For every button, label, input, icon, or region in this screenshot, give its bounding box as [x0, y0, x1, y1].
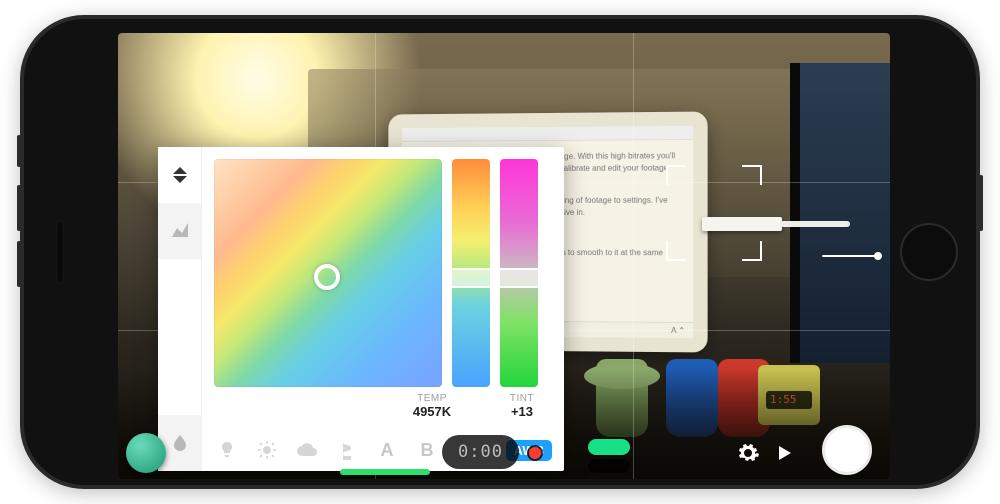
focus-reticle[interactable] — [666, 165, 762, 261]
tint-slider[interactable] — [500, 159, 538, 387]
gear-icon — [736, 441, 760, 465]
tint-label: TINT — [510, 393, 534, 404]
wb-color-picker[interactable] — [214, 159, 442, 387]
timecode-value: 0:00 — [458, 442, 503, 462]
temperature-knob[interactable] — [449, 268, 493, 288]
battery-indicator — [588, 439, 630, 455]
temperature-slider[interactable] — [452, 159, 490, 387]
app-screen: and 2K footage and 50mbs for 1080p foota… — [118, 33, 890, 479]
volume-down — [17, 241, 21, 287]
record-button[interactable] — [822, 425, 872, 475]
temp-label: TEMP — [417, 393, 447, 404]
mute-switch — [17, 135, 21, 167]
bottom-bar: 0:00 — [118, 415, 890, 479]
tab-curves[interactable] — [158, 203, 201, 259]
timecode: 0:00 — [442, 435, 519, 469]
power-button — [979, 175, 983, 231]
curves-icon — [170, 221, 190, 241]
iphone-bezel: and 2K footage and 50mbs for 1080p foota… — [24, 19, 976, 485]
scene-monitor — [790, 63, 890, 363]
audio-level — [340, 469, 430, 475]
home-button[interactable] — [900, 223, 958, 281]
horizon-indicator — [822, 255, 878, 257]
tab-white-balance[interactable] — [158, 147, 201, 203]
playback-button[interactable] — [770, 439, 798, 467]
storage-indicator — [588, 459, 630, 473]
wb-toggle[interactable] — [126, 433, 166, 473]
volume-up — [17, 185, 21, 231]
settings-button[interactable] — [734, 439, 762, 467]
earpiece — [56, 220, 64, 284]
tint-knob[interactable] — [497, 268, 541, 288]
iphone-frame: and 2K footage and 50mbs for 1080p foota… — [20, 15, 980, 489]
wb-icon — [170, 165, 190, 185]
play-icon — [774, 443, 794, 463]
record-dot-icon — [529, 447, 541, 459]
